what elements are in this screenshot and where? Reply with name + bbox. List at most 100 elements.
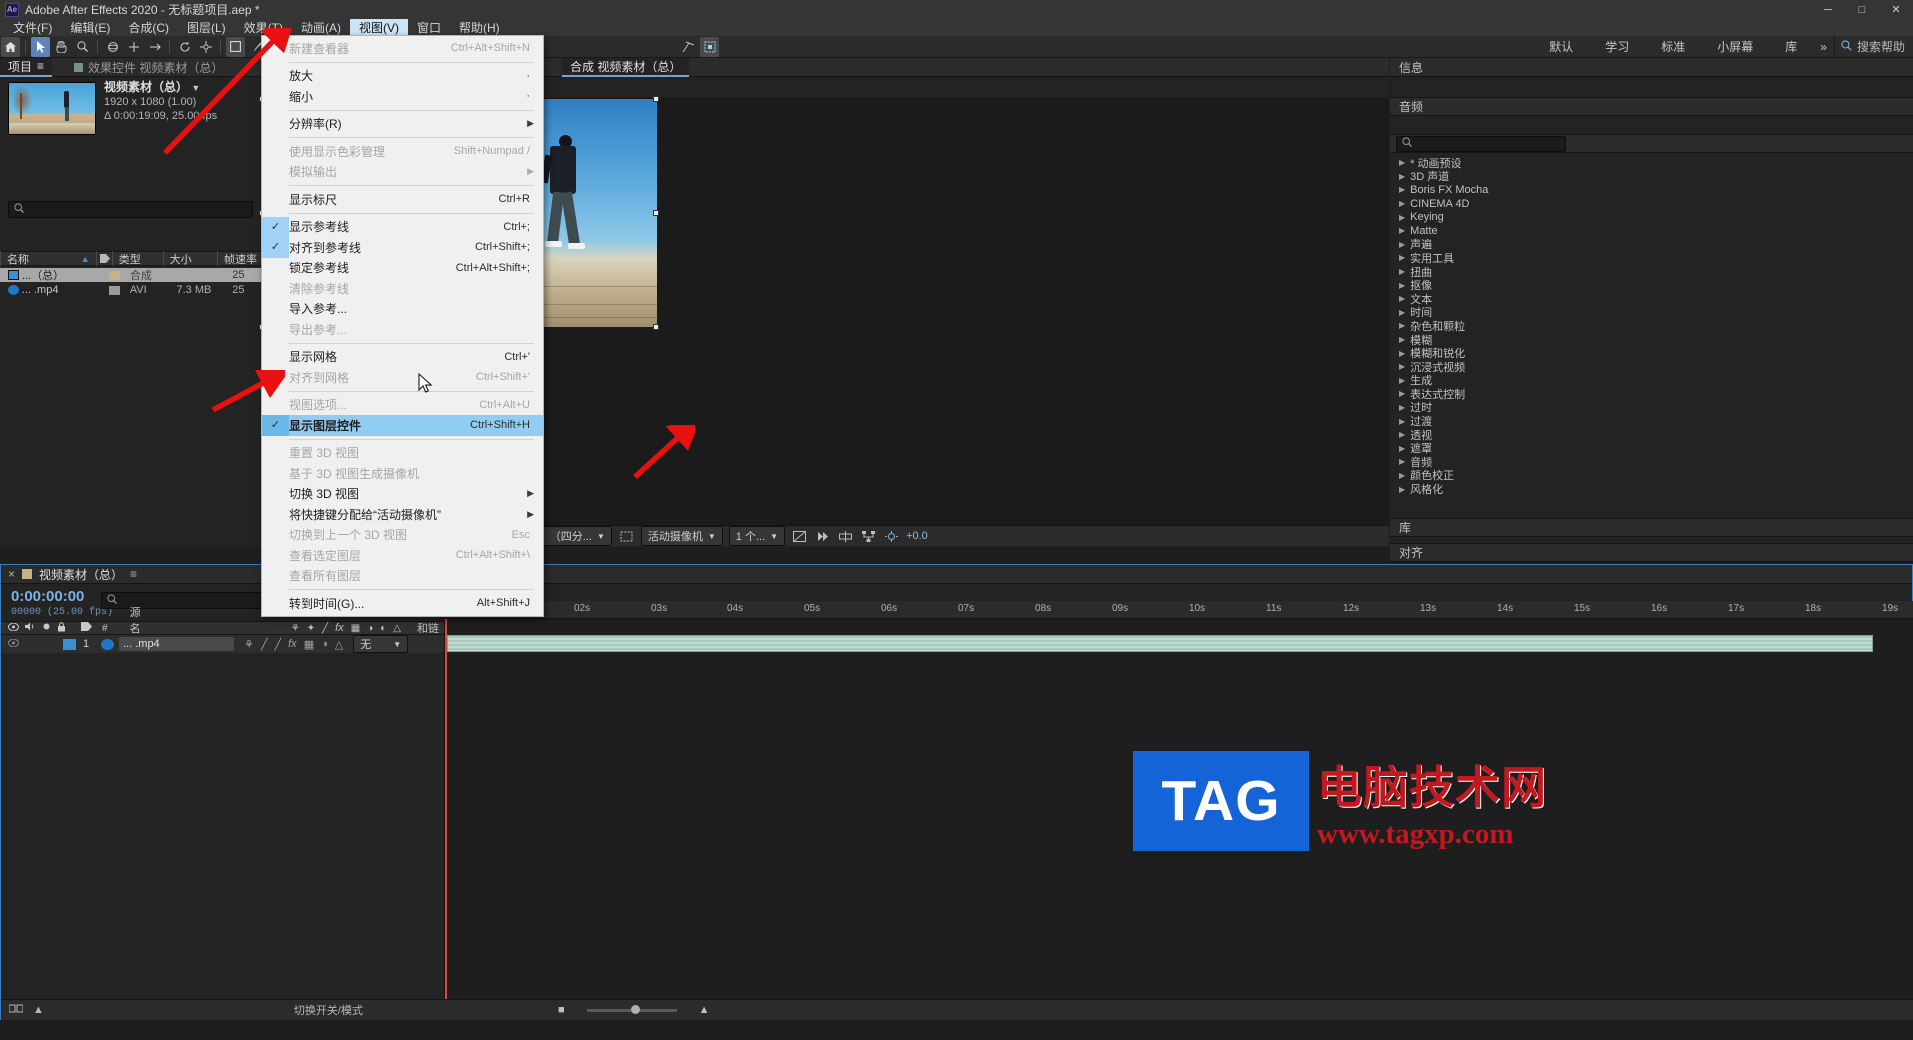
- adjustment-layer-icon[interactable]: ◐: [380, 623, 386, 634]
- quality-icon[interactable]: ╱: [322, 623, 328, 634]
- layer-label-color[interactable]: [63, 638, 76, 650]
- list-item[interactable]: ▶ 颜色校正: [1390, 469, 1913, 482]
- dolly-tool-icon[interactable]: [145, 37, 164, 57]
- exposure-value[interactable]: +0.0: [906, 530, 928, 542]
- zoom-out-timeline-icon[interactable]: ■: [558, 1004, 565, 1016]
- pixel-aspect-correction-icon[interactable]: [791, 529, 808, 544]
- menu-item-switch-to-last-3d-view[interactable]: 切换到上一个 3D 视图 Esc: [262, 525, 543, 546]
- menu-item-reset-3d-view[interactable]: 重置 3D 视图: [262, 443, 543, 464]
- menu-item-create-camera-from-3d-view[interactable]: 基于 3D 视图生成摄像机: [262, 463, 543, 484]
- 3d-toggle[interactable]: △: [335, 638, 343, 651]
- solo-icon[interactable]: [42, 622, 51, 634]
- shy-icon[interactable]: ⚘: [291, 623, 300, 634]
- layer-handle-mr[interactable]: [653, 210, 659, 216]
- menu-help[interactable]: 帮助(H): [450, 19, 509, 36]
- table-row[interactable]: ... .mp4 AVI 7.3 MB 25: [0, 283, 261, 297]
- snap-icon[interactable]: [679, 37, 698, 57]
- list-item[interactable]: ▶ 实用工具: [1390, 251, 1913, 265]
- zoom-in-timeline-icon[interactable]: ▲: [699, 1004, 710, 1016]
- list-item[interactable]: ▶ Boris FX Mocha: [1390, 183, 1913, 197]
- timeline-current-time[interactable]: 0:00:00:00: [11, 588, 84, 605]
- list-item[interactable]: ▶ * 动画预设: [1390, 156, 1913, 170]
- timeline-ruler[interactable]: 0s 01s 02s 03s 04s 05s 06s 07s 08s 09s 1…: [444, 601, 1913, 619]
- list-item[interactable]: ▶ 表达式控制: [1390, 387, 1913, 401]
- menu-item-go-to-time[interactable]: 转到时间(G)... Alt+Shift+J: [262, 593, 543, 614]
- menu-item-use-display-color-management[interactable]: 使用显示色彩管理 Shift+Numpad /: [262, 141, 543, 162]
- column-size[interactable]: 大小: [162, 251, 217, 266]
- orbit-tool-icon[interactable]: [103, 37, 122, 57]
- menu-item-resolution[interactable]: 分辨率(R) ▶: [262, 114, 543, 135]
- motion-blur-header-icon[interactable]: ◑: [367, 623, 373, 634]
- column-type[interactable]: 类型: [111, 251, 163, 266]
- panel-align[interactable]: 对齐: [1390, 543, 1913, 562]
- close-button[interactable]: ✕: [1879, 0, 1913, 19]
- timeline-zoom-slider[interactable]: [586, 1004, 677, 1014]
- list-item[interactable]: ▶ 时间: [1390, 306, 1913, 319]
- menu-item-view-options[interactable]: 视图选项... Ctrl+Alt+U: [262, 395, 543, 416]
- layer-handle-tr[interactable]: [653, 96, 659, 102]
- label-icon[interactable]: [81, 622, 92, 634]
- fx-icon[interactable]: fx: [335, 622, 344, 634]
- panel-audio[interactable]: 音频: [1390, 97, 1913, 116]
- menu-item-look-at-selected-layers[interactable]: 查看选定图层 Ctrl+Alt+Shift+\: [262, 545, 543, 566]
- help-search-field[interactable]: 搜索帮助: [1833, 35, 1913, 58]
- view-layout-select[interactable]: 1 个... ▼: [728, 526, 786, 546]
- toggle-switches-modes-label[interactable]: 切换开关/模式: [294, 1002, 363, 1018]
- eye-icon[interactable]: [7, 621, 20, 634]
- home-icon[interactable]: [1, 36, 20, 57]
- layer-source-name[interactable]: ... .mp4: [119, 637, 234, 651]
- menu-item-lock-guides[interactable]: 锁定参考线 Ctrl+Alt+Shift+;: [262, 258, 543, 279]
- panel-info[interactable]: 信息: [1390, 58, 1913, 77]
- timeline-jump-icon[interactable]: [837, 529, 854, 544]
- effects-search-input[interactable]: [1396, 136, 1566, 152]
- list-item[interactable]: ▶ 风格化: [1390, 482, 1913, 496]
- workspace-default[interactable]: 默认: [1533, 36, 1589, 58]
- motion-blur-toggle[interactable]: ◑: [321, 638, 328, 651]
- list-item[interactable]: ▶ 透视: [1390, 428, 1913, 442]
- shape-tool-icon[interactable]: [226, 36, 245, 57]
- list-item[interactable]: ▶ 杂色和颗粒: [1390, 319, 1913, 333]
- shy-toggle[interactable]: ⚘: [244, 638, 254, 651]
- minimize-button[interactable]: ─: [1811, 0, 1845, 19]
- menu-item-snap-to-grid[interactable]: 对齐到网格 Ctrl+Shift+': [262, 367, 543, 388]
- list-item[interactable]: ▶ 过渡: [1390, 414, 1913, 428]
- quality-toggle[interactable]: ╱: [275, 638, 282, 651]
- 3d-layer-icon[interactable]: △: [393, 623, 401, 634]
- menu-effect[interactable]: 效果(T): [235, 19, 292, 36]
- column-framerate[interactable]: 帧速率: [216, 251, 261, 266]
- fx-toggle[interactable]: fx: [288, 638, 297, 651]
- layer-handle-br[interactable]: [653, 324, 659, 330]
- menu-item-look-at-all-layers[interactable]: 查看所有图层: [262, 566, 543, 587]
- tab-project[interactable]: 项目 ≡: [0, 57, 53, 77]
- layer-duration-bar[interactable]: [447, 635, 1873, 652]
- expand-arrow-icon[interactable]: ▲: [33, 1004, 44, 1016]
- menu-composition[interactable]: 合成(C): [119, 19, 178, 36]
- workspace-library[interactable]: 库: [1769, 36, 1813, 58]
- menu-edit[interactable]: 编辑(E): [61, 19, 119, 36]
- menu-item-zoom-in[interactable]: 放大 ·: [262, 66, 543, 87]
- collapse-transformations-icon[interactable]: ✦: [307, 623, 315, 634]
- list-item[interactable]: ▶ CINEMA 4D: [1390, 197, 1913, 211]
- menu-item-snap-to-guides[interactable]: ✓ 对齐到参考线 Ctrl+Shift+;: [262, 237, 543, 258]
- menu-item-zoom-out[interactable]: 缩小 ·: [262, 86, 543, 107]
- audio-icon[interactable]: [25, 622, 36, 634]
- chevron-down-icon[interactable]: ▼: [191, 83, 200, 93]
- menu-layer[interactable]: 图层(L): [178, 19, 235, 36]
- timeline-comp-name[interactable]: 视频素材（总）: [39, 566, 123, 583]
- panel-menu-icon[interactable]: ≡: [37, 59, 44, 73]
- project-search-input[interactable]: [8, 201, 253, 218]
- comp-flowchart-icon[interactable]: [860, 529, 877, 544]
- menu-item-assign-shortcut-to-active-camera[interactable]: 将快捷键分配给“活动摄像机” ▶: [262, 504, 543, 525]
- menu-view[interactable]: 视图(V): [350, 19, 408, 36]
- workspace-overflow-chevron-icon[interactable]: »: [1813, 40, 1834, 54]
- selection-tool-icon[interactable]: [31, 36, 50, 57]
- workspace-learn[interactable]: 学习: [1589, 36, 1645, 58]
- list-item[interactable]: ▶ 生成: [1390, 374, 1913, 387]
- menu-item-simulate-output[interactable]: 模拟输出 ▶: [262, 162, 543, 183]
- pan-tool-icon[interactable]: [124, 37, 143, 57]
- menu-item-clear-guides[interactable]: 清除参考线: [262, 278, 543, 299]
- list-item[interactable]: ▶ 扭曲: [1390, 265, 1913, 279]
- menu-item-show-grid[interactable]: 显示网格 Ctrl+': [262, 347, 543, 368]
- list-item[interactable]: ▶ 模糊和锐化: [1390, 346, 1913, 360]
- fast-previews-icon[interactable]: [814, 529, 831, 544]
